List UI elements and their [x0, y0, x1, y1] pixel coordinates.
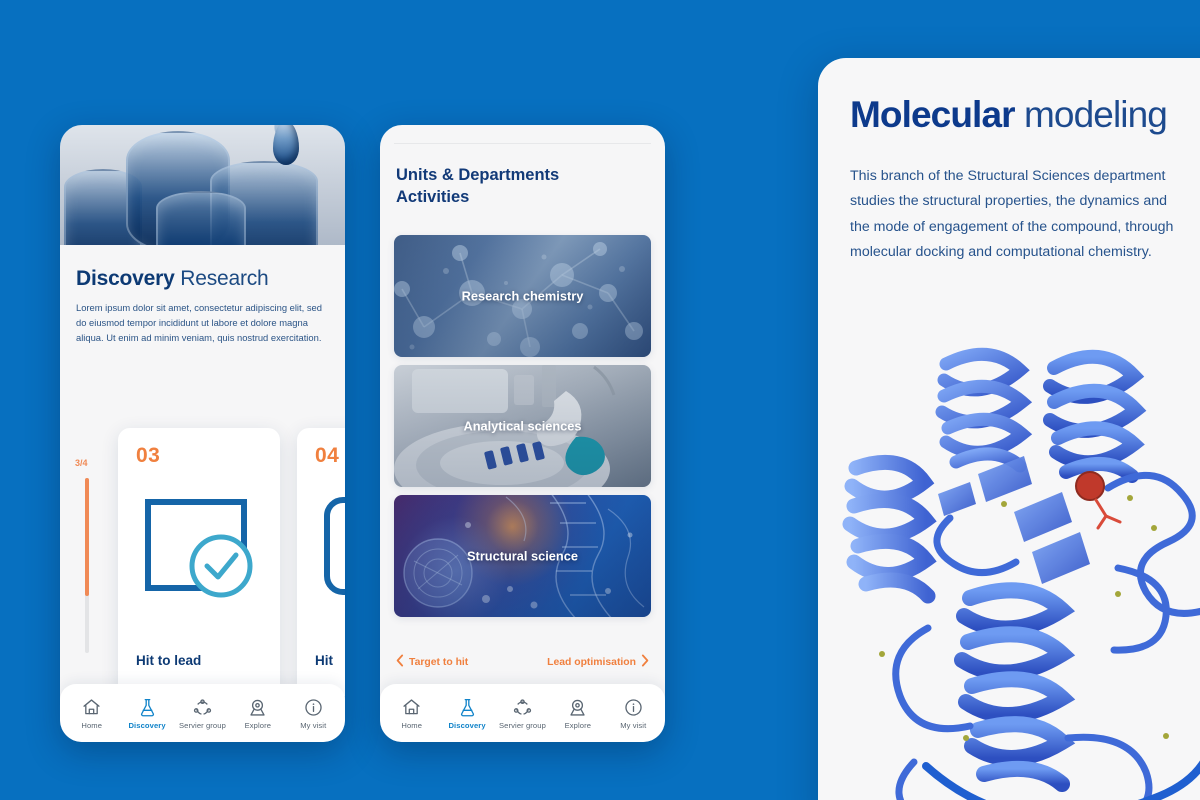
info-circle-icon — [303, 697, 324, 718]
tab-my-visit[interactable]: My visit — [606, 697, 660, 730]
tab-discovery[interactable]: Discovery — [120, 697, 174, 730]
discovery-intro-section: Discovery Research Lorem ipsum dolor sit… — [60, 245, 345, 346]
phone-mockup-discovery: Discovery Research Lorem ipsum dolor sit… — [60, 125, 345, 742]
bottom-tab-bar[interactable]: Home Discovery Servier group Explore My … — [60, 684, 345, 742]
flask-icon — [457, 697, 478, 718]
tab-servier-group[interactable]: Servier group — [495, 697, 549, 730]
network-icon — [192, 697, 213, 718]
bottom-tab-bar[interactable]: Home Discovery Servier group Explore My … — [380, 684, 665, 742]
panel-title-bold: Molecular — [850, 94, 1016, 135]
tab-servier-group[interactable]: Servier group — [175, 697, 229, 730]
page-title-light: Research — [174, 267, 269, 290]
tab-label: Home — [81, 720, 103, 730]
hero-overlay — [60, 125, 345, 245]
department-label: Analytical sciences — [463, 418, 582, 434]
previous-stage-label: Target to hit — [409, 656, 469, 668]
tab-explore[interactable]: Explore — [231, 697, 285, 730]
panel-title: Molecular modeling — [850, 94, 1168, 136]
panel-title-light: modeling — [1014, 94, 1168, 135]
rounded-square-icon — [319, 490, 345, 607]
network-icon — [512, 697, 533, 718]
map-pin-icon — [567, 697, 588, 718]
step-card[interactable]: 03 Hit to lead — [118, 428, 280, 696]
panel-description: This branch of the Structural Sciences d… — [850, 168, 1174, 260]
tab-home[interactable]: Home — [65, 697, 119, 730]
phone-mockup-departments: Units & Departments Activities Research … — [380, 125, 665, 742]
home-icon — [401, 697, 422, 718]
tab-label: Discovery — [128, 720, 166, 730]
step-card[interactable]: 04 Hit — [297, 428, 345, 696]
molecular-modeling-panel: Molecular modeling This branch of the St… — [818, 58, 1200, 800]
next-stage-label: Lead optimisation — [547, 656, 636, 668]
hero-image-glassware — [60, 125, 345, 245]
tab-my-visit[interactable]: My visit — [286, 697, 340, 730]
screenshot-canvas: Discovery Research Lorem ipsum dolor sit… — [0, 0, 1200, 800]
department-card-structural-science[interactable]: Structural science — [394, 495, 651, 617]
tab-label: Discovery — [448, 720, 486, 730]
carousel-scrollbar-track[interactable] — [85, 478, 89, 653]
tab-label: Servier group — [179, 720, 226, 730]
department-label: Structural science — [467, 548, 578, 564]
step-label: Hit to lead — [136, 653, 202, 668]
page-title: Discovery Research — [76, 267, 329, 291]
departments-heading: Units & Departments Activities — [396, 166, 560, 206]
department-card-research-chemistry[interactable]: Research chemistry — [394, 235, 651, 357]
page-title-bold: Discovery — [76, 267, 175, 290]
tab-label: Explore — [244, 720, 272, 730]
step-number: 04 — [315, 444, 340, 467]
tab-label: Servier group — [499, 720, 546, 730]
chevron-right-icon — [641, 654, 649, 670]
flask-icon — [137, 697, 158, 718]
previous-stage-link[interactable]: Target to hit — [396, 654, 468, 670]
tab-label: My visit — [620, 720, 647, 730]
steps-carousel[interactable]: 3/4 03 Hit to lead 04 Hit — [60, 410, 345, 715]
carousel-progress-label: 3/4 — [75, 458, 88, 468]
info-circle-icon — [623, 697, 644, 718]
department-label: Research chemistry — [461, 288, 584, 304]
tab-label: Explore — [564, 720, 592, 730]
tab-label: My visit — [300, 720, 327, 730]
divider — [394, 143, 651, 144]
tab-home[interactable]: Home — [385, 697, 439, 730]
protein-ribbon-figure — [818, 268, 1200, 800]
department-card-analytical-sciences[interactable]: Analytical sciences — [394, 365, 651, 487]
carousel-scrollbar-thumb[interactable] — [85, 478, 89, 596]
step-number: 03 — [136, 444, 161, 467]
next-stage-link[interactable]: Lead optimisation — [547, 654, 649, 670]
chevron-left-icon — [396, 654, 404, 670]
stage-pagination: Target to hit Lead optimisation — [396, 654, 649, 670]
home-icon — [81, 697, 102, 718]
map-pin-icon — [247, 697, 268, 718]
page-description: Lorem ipsum dolor sit amet, consectetur … — [76, 302, 322, 343]
tab-label: Home — [401, 720, 423, 730]
tab-explore[interactable]: Explore — [551, 697, 605, 730]
tab-discovery[interactable]: Discovery — [440, 697, 494, 730]
step-label: Hit — [315, 653, 333, 668]
square-check-circle-icon — [140, 490, 258, 607]
